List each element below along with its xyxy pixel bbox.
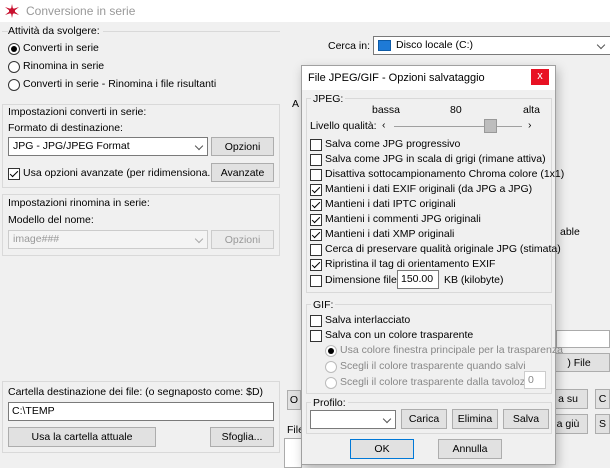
window-title: Conversione in serie — [26, 4, 136, 18]
chevron-down-icon — [194, 234, 204, 244]
chevron-down-icon — [382, 414, 392, 424]
profile-delete-button[interactable]: Elimina — [452, 409, 498, 429]
app-icon — [5, 4, 19, 18]
radio-convert[interactable] — [8, 43, 20, 55]
radio-convert-rename[interactable] — [8, 79, 20, 91]
jpeg-option-checkbox-8[interactable] — [310, 259, 322, 271]
format-select-value: JPG - JPG/JPEG Format — [13, 140, 130, 152]
quality-level-label: Livello qualità: — [310, 120, 377, 132]
profile-select[interactable] — [310, 410, 396, 429]
slider-right-arrow-icon[interactable]: › — [528, 119, 532, 131]
jpeg-option-label-8[interactable]: Ripristina il tag di orientamento EXIF — [325, 258, 495, 270]
slider-left-arrow-icon[interactable]: ‹ — [382, 119, 386, 131]
jpeg-group-title: JPEG: — [311, 93, 346, 105]
model-options-button[interactable]: Opzioni — [211, 230, 274, 249]
advanced-button[interactable]: Avanzate — [211, 163, 274, 182]
quality-high-label: alta — [523, 104, 540, 116]
gif-radio-choose-on-save-label[interactable]: Scegli il colore trasparente quando salv… — [340, 360, 526, 372]
advanced-checkbox-label[interactable]: Usa opzioni avanzate (per ridimensiona..… — [23, 167, 220, 179]
format-label: Formato di destinazione: — [8, 122, 123, 134]
profile-group-title: Profilo: — [311, 397, 348, 409]
activity-title: Attività da svolgere: — [8, 25, 103, 37]
radio-rename[interactable] — [8, 61, 20, 73]
quality-slider-thumb[interactable] — [484, 119, 497, 133]
search-in-select[interactable]: Disco locale (C:) — [373, 36, 610, 55]
cancel-button[interactable]: Annulla — [438, 439, 502, 459]
gif-radio-palette-label[interactable]: Scegli il colore trasparente dalla tavol… — [340, 376, 539, 388]
browse-button[interactable]: Sfoglia... — [210, 427, 274, 447]
gif-radio-main-window[interactable] — [325, 345, 337, 357]
model-select[interactable]: image### — [8, 230, 208, 249]
search-in-label: Cerca in: — [328, 40, 371, 52]
jpeg-option-checkbox-0[interactable] — [310, 139, 322, 151]
gif-interlace-label[interactable]: Salva interlacciato — [325, 314, 410, 326]
c-button[interactable]: C — [595, 389, 610, 409]
jpeg-option-checkbox-1[interactable] — [310, 154, 322, 166]
radio-convert-label[interactable]: Converti in serie — [23, 42, 99, 54]
file-list-area[interactable] — [556, 330, 610, 348]
jpeg-option-label-2[interactable]: Disattiva sottocampionamento Chroma colo… — [325, 168, 564, 180]
gif-transparent-label[interactable]: Salva con un colore trasparente — [325, 329, 473, 341]
chevron-down-icon — [596, 40, 606, 50]
file-list-box[interactable] — [284, 438, 302, 468]
rename-settings-title: Impostazioni rinomina in serie: — [8, 197, 150, 209]
format-select[interactable]: JPG - JPG/JPEG Format — [8, 137, 208, 156]
gif-radio-palette[interactable] — [325, 377, 337, 389]
s-button[interactable]: S — [595, 414, 610, 434]
drive-icon — [378, 40, 391, 51]
jpeg-option-label-1[interactable]: Salva come JPG in scala di grigi (rimane… — [325, 153, 546, 165]
jpeg-option-checkbox-5[interactable] — [310, 214, 322, 226]
jpeg-option-checkbox-4[interactable] — [310, 199, 322, 211]
chevron-down-icon — [194, 141, 204, 151]
quality-low-label: bassa — [372, 104, 401, 116]
jpeg-gif-options-dialog: File JPEG/GIF - Opzioni salvataggio x JP… — [301, 65, 564, 465]
search-in-value: Disco locale (C:) — [396, 39, 474, 51]
quality-slider-track[interactable] — [394, 126, 522, 127]
ok-button[interactable]: OK — [350, 439, 414, 459]
jpeg-option-label-6[interactable]: Mantieni i dati XMP originali — [325, 228, 454, 240]
gif-radio-main-window-label[interactable]: Usa colore finestra principale per la tr… — [340, 344, 563, 356]
gif-transparent-checkbox[interactable] — [310, 330, 322, 342]
jpeg-option-label-5[interactable]: Mantieni i commenti JPG originali — [325, 213, 481, 225]
partial-label-able: able — [560, 226, 580, 238]
jpeg-option-label-0[interactable]: Salva come JPG progressivo — [325, 138, 460, 150]
filesize-checkbox[interactable] — [310, 275, 322, 287]
jpeg-option-checkbox-7[interactable] — [310, 244, 322, 256]
radio-convert-rename-label[interactable]: Converti in serie - Rinomina i file risu… — [23, 78, 216, 90]
profile-save-button[interactable]: Salva — [503, 409, 549, 429]
close-icon[interactable]: x — [531, 69, 549, 85]
model-label: Modello del nome: — [8, 214, 94, 226]
model-select-value: image### — [13, 233, 60, 245]
partial-label-a: A — [292, 98, 300, 110]
filesize-input[interactable]: 150.00 — [397, 270, 439, 289]
jpeg-option-checkbox-6[interactable] — [310, 229, 322, 241]
jpeg-option-label-7[interactable]: Cerca di preservare qualità originale JP… — [325, 243, 561, 255]
use-current-folder-button[interactable]: Usa la cartella attuale — [8, 427, 156, 447]
gif-group-title: GIF: — [311, 299, 336, 311]
convert-settings-title: Impostazioni converti in serie: — [8, 106, 147, 118]
format-options-button[interactable]: Opzioni — [211, 137, 274, 156]
dialog-title: File JPEG/GIF - Opzioni salvataggio — [308, 72, 485, 84]
quality-value-label: 80 — [450, 104, 462, 116]
destination-label: Cartella destinazione dei file: (o segna… — [8, 386, 264, 398]
jpeg-option-label-3[interactable]: Mantieni i dati EXIF originali (da JPG a… — [325, 183, 532, 195]
jpeg-option-label-4[interactable]: Mantieni i dati IPTC originali — [325, 198, 456, 210]
radio-rename-label[interactable]: Rinomina in serie — [23, 60, 104, 72]
gif-radio-choose-on-save[interactable] — [325, 361, 337, 373]
profile-load-button[interactable]: Carica — [401, 409, 447, 429]
partial-o-button[interactable]: O — [287, 390, 301, 410]
jpeg-option-checkbox-2[interactable] — [310, 169, 322, 181]
jpeg-option-checkbox-3[interactable] — [310, 184, 322, 196]
filesize-unit: KB (kilobyte) — [444, 274, 504, 286]
destination-input[interactable]: C:\TEMP — [8, 402, 274, 421]
palette-index-input[interactable]: 0 — [524, 371, 546, 389]
filesize-label[interactable]: Dimensione file: — [325, 274, 400, 286]
advanced-checkbox[interactable] — [8, 168, 20, 180]
gif-interlace-checkbox[interactable] — [310, 315, 322, 327]
